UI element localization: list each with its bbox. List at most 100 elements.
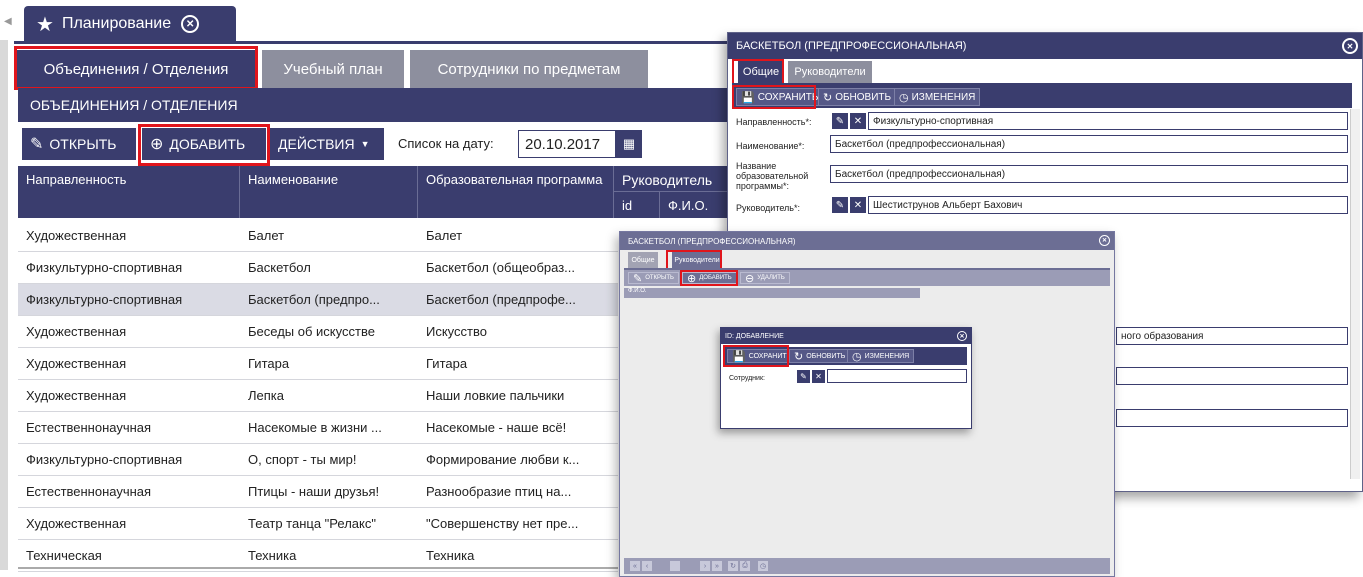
clock-icon[interactable]: ◷ [758, 561, 768, 571]
collapse-arrow-icon[interactable]: ◀ [4, 16, 12, 27]
prev-page-icon[interactable]: ‹ [642, 561, 652, 571]
edit-icon[interactable]: ✎ [797, 370, 810, 383]
cell-program: Насекомые - наше всё! [426, 420, 567, 435]
highlight-box [680, 270, 738, 286]
table-row[interactable]: Естественнонаучная Птицы - наши друзья! Ра… [18, 476, 618, 508]
table-row[interactable]: Физкультурно-спортивная Баскетбол (предпр… [18, 284, 618, 316]
cell-direction: Естественнонаучная [26, 420, 152, 435]
cell-direction: Физкультурно-спортивная [26, 260, 183, 275]
date-label: Список на дату: [398, 136, 494, 151]
close-icon[interactable]: ✕ [181, 15, 200, 33]
program-field[interactable]: Баскетбол (предпрофессиональная) [830, 165, 1348, 183]
page-input[interactable] [670, 561, 680, 571]
tab-staff-by-subject[interactable]: Сотрудники по предметам [410, 50, 648, 88]
dialog-title-bar: БАСКЕТБОЛ (ПРЕДПРОФЕССИОНАЛЬНАЯ) ✕ [728, 33, 1362, 59]
highlight-box [723, 345, 789, 367]
col-program[interactable]: Образовательная программа [418, 166, 614, 218]
employee-label: Сотрудник: [729, 375, 765, 382]
clear-icon[interactable]: ✕ [850, 197, 866, 213]
clear-icon[interactable]: ✕ [812, 370, 825, 383]
dialog-title: БАСКЕТБОЛ (ПРЕДПРОФЕССИОНАЛЬНАЯ) [736, 40, 967, 52]
close-icon[interactable]: ✕ [957, 331, 967, 341]
cell-direction: Физкультурно-спортивная [26, 452, 183, 467]
clock-icon: ◷ [852, 350, 862, 363]
direction-field[interactable]: Физкультурно-спортивная [868, 112, 1348, 130]
col-leader-id[interactable]: id [614, 192, 660, 218]
next-page-icon[interactable]: › [700, 561, 710, 571]
add-dialog: ID: ДОБАВЛЕНИЕ ✕ 💾 СОХРАНИТЬ ↻ ОБНОВИТЬ … [720, 327, 972, 429]
cell-program: "Совершенству нет пре... [426, 516, 579, 531]
date-input[interactable]: 20.10.2017 [518, 130, 616, 158]
clear-icon[interactable]: ✕ [850, 113, 866, 129]
dialog-toolbar: 💾 СОХРАНИТЬ ↻ ОБНОВИТЬ ◷ ИЗМЕНЕНИЯ [732, 86, 1352, 108]
actions-label: ДЕЙСТВИЯ [278, 136, 355, 152]
cell-name: О, спорт - ты мир! [248, 452, 357, 467]
star-icon: ★ [36, 13, 54, 36]
last-page-icon[interactable]: » [712, 561, 722, 571]
highlight-box [732, 85, 816, 109]
field-blank-1[interactable] [1116, 367, 1348, 385]
table-row[interactable]: Художественная Гитара Гитара [18, 348, 618, 380]
tab-leaders[interactable]: Руководители [788, 61, 872, 83]
planning-tab[interactable]: ★ Планирование ✕ [24, 6, 236, 42]
table-row[interactable]: Художественная Балет Балет [18, 220, 618, 252]
employee-field[interactable] [827, 369, 967, 383]
cell-name: Баскетбол [248, 260, 311, 275]
extra-field[interactable]: ного образования [1116, 327, 1348, 345]
field-blank-2[interactable] [1116, 409, 1348, 427]
actions-dropdown[interactable]: ДЕЙСТВИЯ ▼ [270, 128, 384, 160]
name-field[interactable]: Баскетбол (предпрофессиональная) [830, 135, 1348, 153]
delete-label: УДАЛИТЬ [757, 275, 785, 281]
refresh-label: ОБНОВИТЬ [806, 352, 846, 360]
table-row[interactable]: Художественная Лепка Наши ловкие пальчики [18, 380, 618, 412]
highlight-box [732, 59, 784, 85]
close-icon[interactable]: ✕ [1099, 235, 1110, 246]
refresh-icon[interactable]: ↻ [728, 561, 738, 571]
cell-direction: Художественная [26, 228, 127, 243]
close-icon[interactable]: ✕ [1342, 38, 1358, 54]
col-name[interactable]: Наименование [240, 166, 418, 218]
cell-direction: Художественная [26, 324, 127, 339]
tab-curriculum[interactable]: Учебный план [262, 50, 404, 88]
cell-direction: Художественная [26, 356, 127, 371]
name-label: Наименование*: [736, 141, 805, 151]
program-label: Название образовательной программы*: [736, 161, 809, 191]
col-fio[interactable]: Ф.И.О. [624, 288, 920, 298]
grid-bottom-border [18, 567, 618, 569]
calendar-icon[interactable]: ▦ [616, 130, 642, 158]
edit-icon[interactable]: ✎ [832, 113, 848, 129]
table-row[interactable]: Физкультурно-спортивная Баскетбол Баскетбо… [18, 252, 618, 284]
cell-program: Разнообразие птиц на... [426, 484, 572, 499]
scrollbar[interactable] [1350, 109, 1360, 479]
open-label: ОТКРЫТЬ [645, 275, 674, 281]
print-icon[interactable]: ⎙ [740, 561, 750, 571]
cell-direction: Художественная [26, 388, 127, 403]
cell-program: Искусство [426, 324, 487, 339]
changes-button[interactable]: ◷ ИЗМЕНЕНИЯ [894, 88, 981, 106]
edit-icon[interactable]: ✎ [832, 197, 848, 213]
open-button[interactable]: ✎ ОТКРЫТЬ [22, 128, 136, 160]
left-splitter[interactable] [0, 40, 8, 570]
dialog-title-bar: БАСКЕТБОЛ (ПРЕДПРОФЕССИОНАЛЬНАЯ) ✕ [620, 232, 1114, 250]
cell-program: Гитара [426, 356, 468, 371]
table-row[interactable]: Физкультурно-спортивная О, спорт - ты мир… [18, 444, 618, 476]
changes-label: ИЗМЕНЕНИЯ [911, 91, 976, 103]
refresh-button[interactable]: ↻ ОБНОВИТЬ [789, 349, 851, 363]
delete-button[interactable]: ⊖ УДАЛИТЬ [740, 272, 790, 285]
open-label: ОТКРЫТЬ [49, 136, 117, 152]
cell-program: Баскетбол (предпрофе... [426, 292, 576, 307]
leader-field[interactable]: Шестиструнов Альберт Бахович [868, 196, 1348, 214]
table-row[interactable]: Естественнонаучная Насекомые в жизни ... Н… [18, 412, 618, 444]
cell-name: Баскетбол (предпро... [248, 292, 380, 307]
changes-button[interactable]: ◷ ИЗМЕНЕНИЯ [847, 349, 915, 363]
highlight-box [666, 250, 722, 270]
open-button[interactable]: ✎ ОТКРЫТЬ [628, 272, 679, 285]
first-page-icon[interactable]: « [630, 561, 640, 571]
tab-general[interactable]: Общие [628, 252, 658, 268]
pager: « ‹ › » ↻ ⎙ ◷ [624, 558, 1110, 574]
col-direction[interactable]: Направленность [18, 166, 240, 218]
table-row[interactable]: Художественная Театр танца "Релакс" "Совер… [18, 508, 618, 540]
dialog-title-bar: ID: ДОБАВЛЕНИЕ ✕ [721, 328, 971, 344]
refresh-button[interactable]: ↻ ОБНОВИТЬ [818, 88, 897, 106]
table-row[interactable]: Художественная Беседы об искусстве Искусст… [18, 316, 618, 348]
